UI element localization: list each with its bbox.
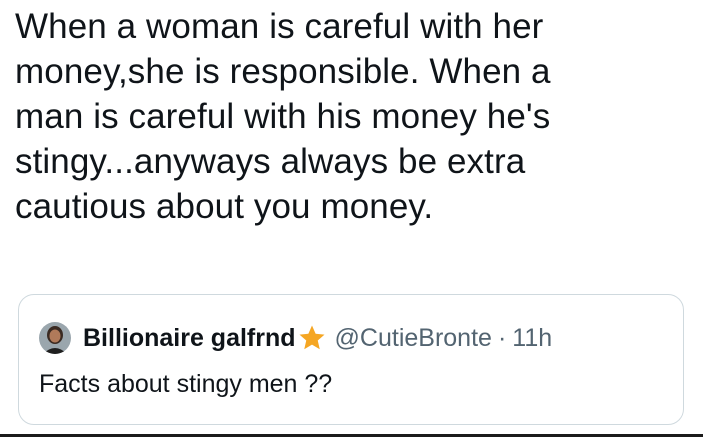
timestamp[interactable]: 11h xyxy=(512,323,552,353)
quoted-tweet-text: Facts about stingy men ?? xyxy=(39,370,333,398)
separator-dot: · xyxy=(497,324,507,352)
avatar[interactable] xyxy=(39,322,71,354)
quoted-tweet-card[interactable]: Billionaire galfrnd @CutieBronte · 11h F… xyxy=(18,294,684,425)
author-name[interactable]: Billionaire galfrnd xyxy=(83,323,296,353)
quoted-tweet-header: Billionaire galfrnd @CutieBronte · 11h xyxy=(39,322,552,354)
star-icon xyxy=(297,323,327,353)
tweet-text: When a woman is careful with her money,s… xyxy=(15,7,551,226)
author-handle[interactable]: @CutieBronte xyxy=(335,323,492,353)
